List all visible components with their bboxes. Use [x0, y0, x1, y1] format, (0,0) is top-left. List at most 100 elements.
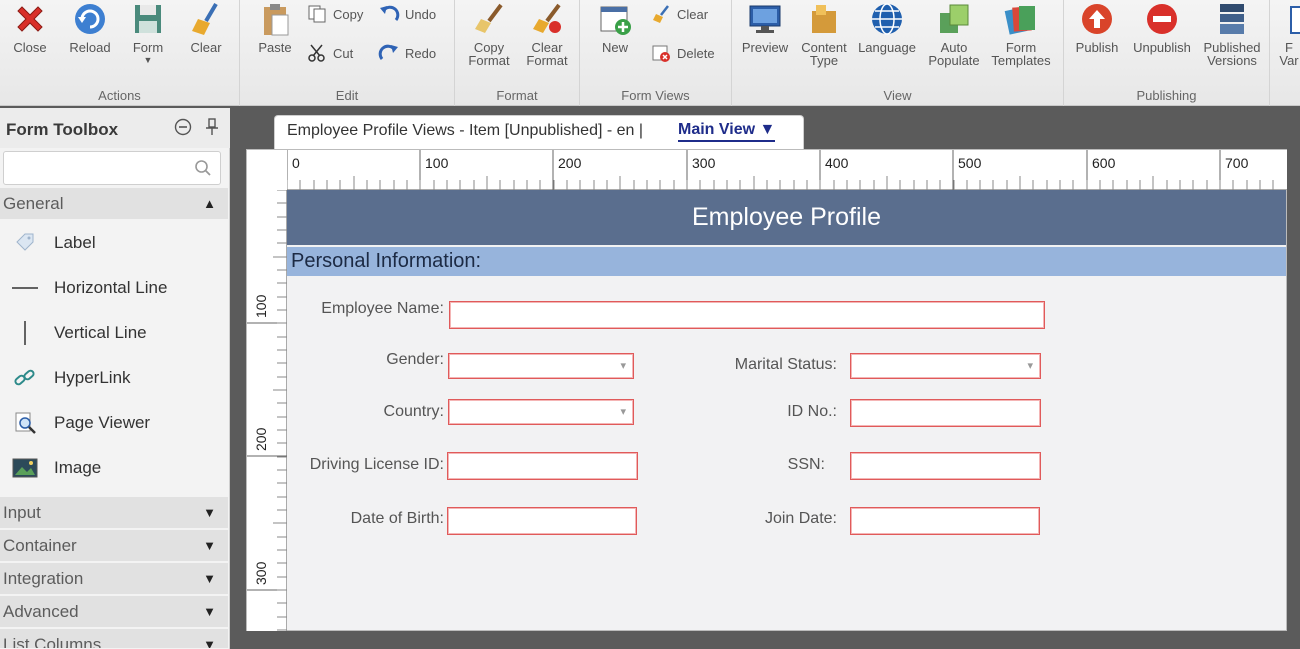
- content-type-button[interactable]: Content Type: [796, 0, 852, 67]
- ribbon-toolbar: Close Reload Form ▼ Clear Actions Paste …: [0, 0, 1300, 106]
- country-label[interactable]: Country:: [384, 403, 444, 421]
- gender-label[interactable]: Gender:: [386, 351, 444, 369]
- clear-format-button[interactable]: Clear Format: [521, 0, 573, 67]
- clear-view-button[interactable]: Clear: [650, 3, 708, 25]
- versions-icon: [1213, 0, 1251, 38]
- category-list-columns-label: List Columns: [3, 635, 102, 649]
- category-container[interactable]: Container ▼: [0, 530, 228, 562]
- country-dropdown[interactable]: [448, 399, 634, 425]
- new-view-icon: [596, 0, 634, 38]
- auto-populate-button[interactable]: Auto Populate: [928, 0, 980, 67]
- ruler-label: 500: [958, 155, 982, 171]
- form-design-canvas: 0 100 200 300 400 500 600 700 100 200 30…: [246, 149, 1287, 631]
- tag-icon: [10, 231, 40, 255]
- gender-dropdown[interactable]: [448, 353, 634, 379]
- chevron-down-icon: ▼: [203, 571, 216, 586]
- tool-page-viewer[interactable]: Page Viewer: [0, 401, 228, 445]
- id-no-label[interactable]: ID No.:: [787, 403, 837, 421]
- language-button[interactable]: Language: [856, 0, 918, 54]
- category-general[interactable]: General ▲: [0, 188, 228, 220]
- id-no-field[interactable]: [850, 399, 1041, 427]
- employee-name-label[interactable]: Employee Name:: [321, 300, 444, 318]
- globe-icon: [868, 0, 906, 38]
- join-date-field[interactable]: [850, 507, 1040, 535]
- auto-populate-icon: [935, 0, 973, 38]
- view-selector-dropdown[interactable]: Main View ▼: [678, 121, 776, 142]
- horizontal-ruler: 0 100 200 300 400 500 600 700: [287, 150, 1287, 190]
- driving-license-field[interactable]: [447, 452, 638, 480]
- form-header[interactable]: Employee Profile: [287, 190, 1286, 245]
- format-painter-icon: [470, 0, 508, 38]
- chevron-down-icon: ▼: [203, 538, 216, 553]
- cut-button[interactable]: Cut: [306, 42, 353, 64]
- preview-button[interactable]: Preview: [738, 0, 792, 54]
- tool-vertical-line[interactable]: Vertical Line: [0, 311, 228, 355]
- ruler-label: 300: [253, 561, 269, 585]
- chevron-up-icon: ▲: [203, 196, 216, 211]
- category-list-columns[interactable]: List Columns ▼: [0, 629, 228, 649]
- dropdown-arrow-icon: ▼: [143, 55, 153, 65]
- delete-view-button[interactable]: Delete: [650, 42, 715, 64]
- search-icon[interactable]: [194, 159, 212, 182]
- pin-icon[interactable]: [205, 118, 219, 141]
- form-views-group: New Clear Delete Form Views: [580, 0, 732, 106]
- publish-button[interactable]: Publish: [1070, 0, 1124, 54]
- category-advanced-label: Advanced: [3, 602, 79, 621]
- category-general-label: General: [3, 194, 64, 213]
- unpublish-button[interactable]: Unpublish: [1128, 0, 1196, 54]
- document-tab[interactable]: Employee Profile Views - Item [Unpublish…: [274, 115, 804, 149]
- copy-icon: [306, 3, 328, 25]
- marital-status-dropdown[interactable]: [850, 353, 1041, 379]
- form-variables-button[interactable]: F Var: [1274, 0, 1300, 67]
- collapse-icon[interactable]: [174, 118, 192, 141]
- undo-button[interactable]: Undo: [378, 3, 436, 25]
- ssn-field[interactable]: [850, 452, 1041, 480]
- clear-button[interactable]: Clear: [182, 0, 230, 54]
- close-icon: [11, 0, 49, 38]
- format-group: Copy Format Clear Format Format: [455, 0, 580, 106]
- driving-license-label[interactable]: Driving License ID:: [310, 456, 444, 474]
- form-layout: Employee Profile Personal Information: E…: [287, 190, 1286, 630]
- publishing-group-label: Publishing: [1136, 88, 1197, 103]
- date-of-birth-field[interactable]: [447, 507, 637, 535]
- edit-group: Paste Copy Undo Cut Redo Edit: [240, 0, 455, 106]
- variables-icon: [1274, 0, 1300, 38]
- copy-button[interactable]: Copy: [306, 3, 363, 25]
- tool-image[interactable]: Image: [0, 446, 228, 490]
- redo-button[interactable]: Redo: [378, 42, 436, 64]
- toolbox-search-box: [3, 151, 221, 185]
- tool-label[interactable]: Label: [0, 221, 228, 265]
- tool-horizontal-line[interactable]: Horizontal Line: [0, 266, 228, 310]
- toolbox-search-input[interactable]: [8, 153, 188, 183]
- templates-icon: [1002, 0, 1040, 38]
- category-advanced[interactable]: Advanced ▼: [0, 596, 228, 628]
- date-of-birth-label[interactable]: Date of Birth:: [351, 510, 444, 528]
- paste-button[interactable]: Paste: [252, 0, 298, 54]
- ssn-label[interactable]: SSN:: [788, 456, 825, 474]
- published-versions-button[interactable]: Published Versions: [1200, 0, 1264, 67]
- reload-button[interactable]: Reload: [64, 0, 116, 54]
- clear-format-icon: [528, 0, 566, 38]
- scissors-icon: [306, 42, 328, 64]
- category-integration[interactable]: Integration ▼: [0, 563, 228, 595]
- marital-status-label[interactable]: Marital Status:: [735, 356, 837, 374]
- delete-icon: [650, 42, 672, 64]
- form-templates-button[interactable]: Form Templates: [986, 0, 1056, 67]
- content-type-icon: [805, 0, 843, 38]
- employee-name-field[interactable]: [449, 301, 1045, 329]
- tool-hyperlink[interactable]: HyperLink: [0, 356, 228, 400]
- join-date-label[interactable]: Join Date:: [765, 510, 837, 528]
- ruler-label: 700: [1225, 155, 1249, 171]
- close-button[interactable]: Close: [6, 0, 54, 54]
- format-group-label: Format: [496, 88, 538, 103]
- new-view-button[interactable]: New: [592, 0, 638, 54]
- form-menu-button[interactable]: Form ▼: [124, 0, 172, 67]
- category-input[interactable]: Input ▼: [0, 497, 228, 529]
- section-header[interactable]: Personal Information:: [287, 247, 1286, 276]
- reload-icon: [71, 0, 109, 38]
- save-form-icon: [129, 0, 167, 38]
- copy-format-button[interactable]: Copy Format: [463, 0, 515, 67]
- view-group-label: View: [883, 88, 912, 103]
- ruler-label: 200: [558, 155, 582, 171]
- document-tab-title: Employee Profile Views - Item [Unpublish…: [287, 122, 644, 139]
